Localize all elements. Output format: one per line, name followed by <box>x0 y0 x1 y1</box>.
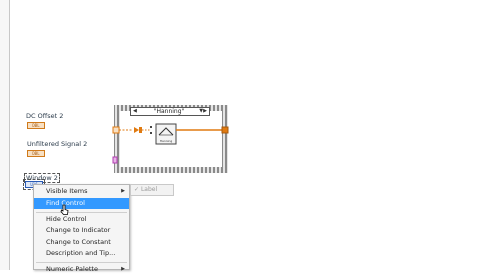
context-menu: Visible Items ▶ Find Control Hide Contro… <box>33 184 130 273</box>
menu-separator <box>36 262 127 263</box>
menu-separator <box>36 212 127 213</box>
menu-item-find-control[interactable]: Find Control <box>34 198 129 209</box>
menu-item-description-and-tip[interactable]: Description and Tip... <box>34 248 129 259</box>
case-structure-interior <box>120 111 222 167</box>
hand-cursor-icon <box>60 204 69 215</box>
unfiltered-signal-terminal[interactable]: DBL <box>27 150 45 157</box>
menu-item-change-to-constant[interactable]: Change to Constant <box>34 237 129 248</box>
selector-value: "Hanning" <box>153 108 185 115</box>
menu-item-change-to-indicator[interactable]: Change to Indicator <box>34 225 129 236</box>
menu-item-label: Change to Constant <box>46 238 111 246</box>
visible-items-submenu: ✓ Label <box>130 184 174 196</box>
menu-item-visible-items[interactable]: Visible Items ▶ <box>34 186 129 197</box>
selector-left-arrow-icon[interactable]: ◀ <box>133 108 137 115</box>
menu-item-label: Numeric Palette <box>46 265 98 273</box>
menu-item-label: Hide Control <box>46 215 87 223</box>
menu-item-label: Visible Items <box>46 187 88 195</box>
menu-item-label: Change to Indicator <box>46 226 111 234</box>
case-selector[interactable]: ◀ "Hanning" ▼▶ <box>130 107 210 116</box>
dc-offset-terminal[interactable]: DBL <box>27 122 45 129</box>
check-icon: ✓ <box>134 186 140 193</box>
submenu-arrow-icon: ▶ <box>121 188 125 194</box>
menu-item-hide-control[interactable]: Hide Control <box>34 214 129 225</box>
submenu-item-label[interactable]: Label <box>141 186 157 193</box>
selector-right-arrow-icon[interactable]: ▼▶ <box>199 108 207 115</box>
dc-offset-label: DC Offset 2 <box>26 112 64 120</box>
menu-item-label: Description and Tip... <box>46 249 116 257</box>
window-left-edge <box>0 0 10 270</box>
unfiltered-signal-label: Unfiltered Signal 2 <box>27 140 88 148</box>
